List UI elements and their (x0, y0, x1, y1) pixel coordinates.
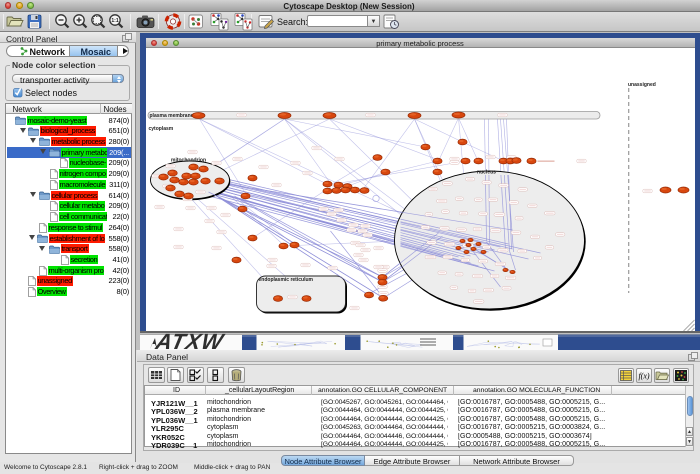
svg-text:1:1: 1:1 (111, 18, 118, 24)
svg-text:nucleus: nucleus (477, 170, 496, 176)
svg-text:plasma membrane: plasma membrane (149, 113, 193, 119)
svg-text:ATXW: ATXW (153, 333, 227, 351)
svg-text:mitochondrion: mitochondrion (171, 158, 206, 164)
svg-text:cytoplasm: cytoplasm (148, 126, 173, 132)
svg-text:f(x): f(x) (638, 372, 649, 381)
svg-text:unassigned: unassigned (628, 82, 656, 88)
svg-text:endoplasmic reticulum: endoplasmic reticulum (258, 277, 313, 283)
